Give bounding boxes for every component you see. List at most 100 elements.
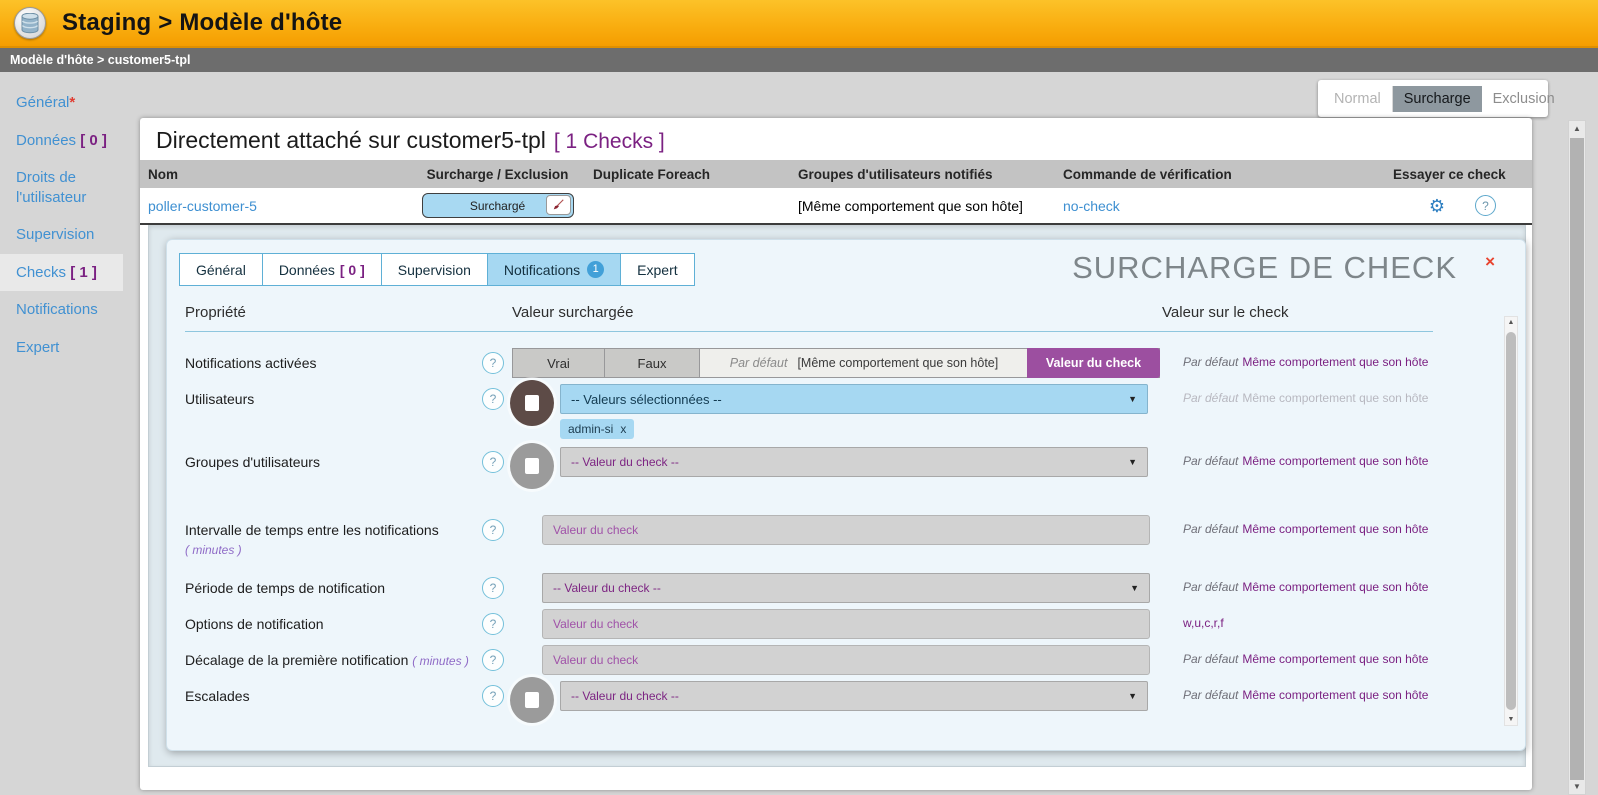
surcharge-overlay: Général Données[ 0 ] Supervision Notific… [166, 239, 1526, 751]
groupes-cell: [Même comportement que son hôte] [790, 198, 1055, 214]
check-value: Par défautMême comportement que son hôte [1183, 522, 1428, 536]
users-source-toggle[interactable] [510, 380, 554, 426]
check-name-link[interactable]: poller-customer-5 [148, 198, 257, 214]
row-escalades: Escalades ? -- Valeur du check -- ▼ Par … [185, 681, 1433, 723]
row-user-groups: Groupes d'utilisateurs ? -- Valeur du ch… [185, 447, 1433, 489]
col-essayer: Essayer ce check [1385, 167, 1546, 182]
try-check-help-icon[interactable]: ? [1475, 195, 1496, 216]
checks-count: [ 1 Checks ] [554, 130, 665, 153]
escalades-source-toggle[interactable] [510, 677, 554, 723]
chevron-down-icon: ▼ [1128, 394, 1137, 404]
notifications-enabled-segmented: Vrai Faux Par défaut [Même comportement … [512, 348, 1160, 378]
row-interval: Intervalle de temps entre les notificati… [185, 515, 1433, 559]
help-icon[interactable]: ? [482, 352, 504, 374]
users-multiselect[interactable]: -- Valeurs sélectionnées -- ▼ [560, 384, 1148, 414]
delay-input[interactable]: Valeur du check [542, 645, 1150, 675]
gear-icon[interactable]: ⚙ [1429, 197, 1445, 215]
user-groups-source-toggle[interactable] [510, 443, 554, 489]
col-surcharge: Surcharge / Exclusion [410, 167, 585, 182]
check-value: Par défautMême comportement que son hôte [1183, 652, 1428, 666]
selected-user-tag: admin-si x [560, 419, 634, 439]
toggle-surcharge-button[interactable]: Surcharge [1393, 86, 1482, 112]
check-detail-zone: Général Données[ 0 ] Supervision Notific… [148, 225, 1526, 767]
help-icon[interactable]: ? [482, 451, 504, 473]
sidebar-item-supervision[interactable]: Supervision [0, 216, 123, 254]
tab-donnees[interactable]: Données[ 0 ] [262, 253, 382, 286]
page-body: Général* Données [ 0 ] Droits de l'utili… [0, 72, 1598, 795]
sidebar-item-expert[interactable]: Expert [0, 329, 123, 367]
help-icon[interactable]: ? [482, 577, 504, 599]
scrollbar-thumb[interactable] [1506, 332, 1516, 710]
help-icon[interactable]: ? [482, 685, 504, 707]
chevron-down-icon: ▼ [1128, 691, 1137, 701]
chevron-down-icon: ▼ [1130, 583, 1139, 593]
toggle-normal-button[interactable]: Normal [1323, 86, 1393, 112]
sidebar-item-general[interactable]: Général* [0, 84, 123, 122]
options-input[interactable]: Valeur du check [542, 609, 1150, 639]
check-table-row: poller-customer-5 Surchargé [Même compor… [140, 188, 1532, 225]
check-value: Par défautMême comportement que son hôte [1183, 355, 1428, 369]
scroll-up-icon[interactable]: ▲ [1569, 124, 1585, 133]
checks-panel: Directement attaché sur customer5-tpl[ 1… [140, 118, 1532, 790]
scroll-up-icon[interactable]: ▲ [1505, 319, 1517, 326]
checks-title: Directement attaché sur customer5-tpl[ 1… [140, 118, 1532, 160]
check-value: Par défautMême comportement que son hôte [1183, 688, 1428, 702]
escalades-select[interactable]: -- Valeur du check -- ▼ [560, 681, 1148, 711]
help-icon[interactable]: ? [482, 649, 504, 671]
sidebar-item-droits[interactable]: Droits de l'utilisateur [0, 159, 123, 216]
page-title: Staging > Modèle d'hôte [62, 9, 342, 37]
col-property: Propriété [185, 304, 512, 321]
option-faux[interactable]: Faux [605, 349, 700, 377]
check-value: Par défautMême comportement que son hôte [1183, 454, 1428, 468]
clear-surcharge-button[interactable] [546, 195, 571, 215]
overlay-scrollbar[interactable]: ▲ ▼ [1504, 316, 1518, 726]
option-vrai[interactable]: Vrai [513, 349, 605, 377]
commande-link[interactable]: no-check [1063, 198, 1120, 214]
breadcrumb: Modèle d'hôte > customer5-tpl [0, 48, 1598, 72]
view-toggle: Normal Surcharge Exclusion [1318, 80, 1548, 117]
help-icon[interactable]: ? [482, 613, 504, 635]
option-valeur-du-check[interactable]: Valeur du check [1027, 348, 1160, 378]
col-on-check: Valeur sur le check [1162, 304, 1433, 321]
scrollbar-thumb[interactable] [1570, 138, 1584, 780]
database-icon [14, 7, 46, 39]
sidebar-item-donnees[interactable]: Données [ 0 ] [0, 122, 123, 160]
row-users: Utilisateurs ? -- Valeurs sélectionnées … [185, 384, 1433, 439]
brush-icon [551, 198, 565, 212]
sidebar-item-checks[interactable]: Checks [ 1 ] [0, 254, 123, 292]
required-mark: * [69, 94, 75, 111]
user-groups-select[interactable]: -- Valeur du check -- ▼ [560, 447, 1148, 477]
option-par-defaut[interactable]: Par défaut [Même comportement que son hô… [700, 349, 1028, 377]
col-commande: Commande de vérification [1055, 167, 1385, 182]
scroll-down-icon[interactable]: ▼ [1569, 782, 1585, 791]
chevron-down-icon: ▼ [1128, 457, 1137, 467]
sidebar: Général* Données [ 0 ] Droits de l'utili… [0, 72, 123, 795]
overlay-title: SURCHARGE DE CHECK [1072, 250, 1457, 286]
form-rows: Notifications activées ? Vrai Faux Par d… [185, 348, 1433, 723]
help-icon[interactable]: ? [482, 388, 504, 410]
row-period: Période de temps de notification ? -- Va… [185, 573, 1433, 603]
col-duplicate: Duplicate Foreach [585, 167, 790, 182]
toggle-exclusion-button[interactable]: Exclusion [1482, 86, 1566, 112]
col-groupes: Groupes d'utilisateurs notifiés [790, 167, 1055, 182]
check-value: Par défautMême comportement que son hôte [1183, 391, 1428, 405]
row-delay: Décalage de la première notification ( m… [185, 645, 1433, 675]
checks-table-header: Nom Surcharge / Exclusion Duplicate Fore… [140, 160, 1532, 188]
tab-expert[interactable]: Expert [620, 253, 694, 286]
row-notifications-enabled: Notifications activées ? Vrai Faux Par d… [185, 348, 1433, 378]
interval-input[interactable]: Valeur du check [542, 515, 1150, 545]
tab-notifications[interactable]: Notifications1 [487, 253, 621, 286]
page-scrollbar[interactable]: ▲ ▼ [1568, 120, 1586, 795]
overlay-tabs: Général Données[ 0 ] Supervision Notific… [179, 253, 694, 286]
app-header: Staging > Modèle d'hôte [0, 0, 1598, 48]
close-icon[interactable]: × [1485, 252, 1495, 272]
sidebar-item-notifications[interactable]: Notifications [0, 291, 123, 329]
tab-supervision[interactable]: Supervision [381, 253, 488, 286]
tab-general[interactable]: Général [179, 253, 263, 286]
help-icon[interactable]: ? [482, 519, 504, 541]
surcharge-state-button[interactable]: Surchargé [422, 193, 574, 218]
remove-tag-icon[interactable]: x [620, 422, 626, 436]
row-options: Options de notification ? Valeur du chec… [185, 609, 1433, 639]
scroll-down-icon[interactable]: ▼ [1505, 716, 1517, 723]
period-select[interactable]: -- Valeur du check -- ▼ [542, 573, 1150, 603]
